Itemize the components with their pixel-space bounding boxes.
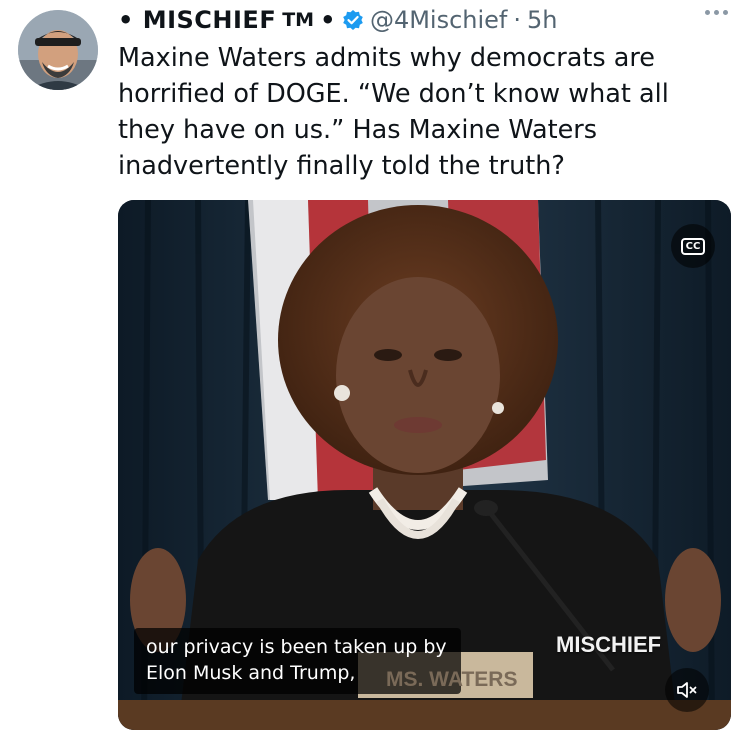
- muted-speaker-icon: [677, 682, 697, 698]
- header-separator: ·: [513, 6, 522, 34]
- tweet-timestamp[interactable]: 5h: [527, 6, 557, 34]
- verified-badge-icon: [343, 10, 363, 30]
- author-handle[interactable]: @4Mischief: [370, 6, 507, 34]
- tweet-text: Maxine Waters admits why democrats are h…: [118, 43, 669, 181]
- video-watermark: MISCHIEF: [556, 632, 662, 657]
- mute-button[interactable]: [665, 668, 709, 712]
- author-suffix: •: [320, 6, 336, 34]
- avatar[interactable]: [18, 10, 98, 90]
- video-player[interactable]: CC our privacy is been taken up by Elon …: [118, 200, 731, 730]
- tweet-header: • MISCHIEF TM • @4Mischief · 5h: [118, 4, 558, 36]
- closed-captions-button[interactable]: CC: [671, 224, 715, 268]
- more-options-icon[interactable]: [705, 10, 728, 15]
- author-tm[interactable]: TM: [282, 9, 314, 31]
- nameplate-text: MS. WATERS: [386, 668, 518, 691]
- closed-captions-icon: CC: [680, 237, 706, 255]
- avatar-photo: [18, 10, 98, 90]
- author-name[interactable]: • MISCHIEF: [118, 6, 276, 34]
